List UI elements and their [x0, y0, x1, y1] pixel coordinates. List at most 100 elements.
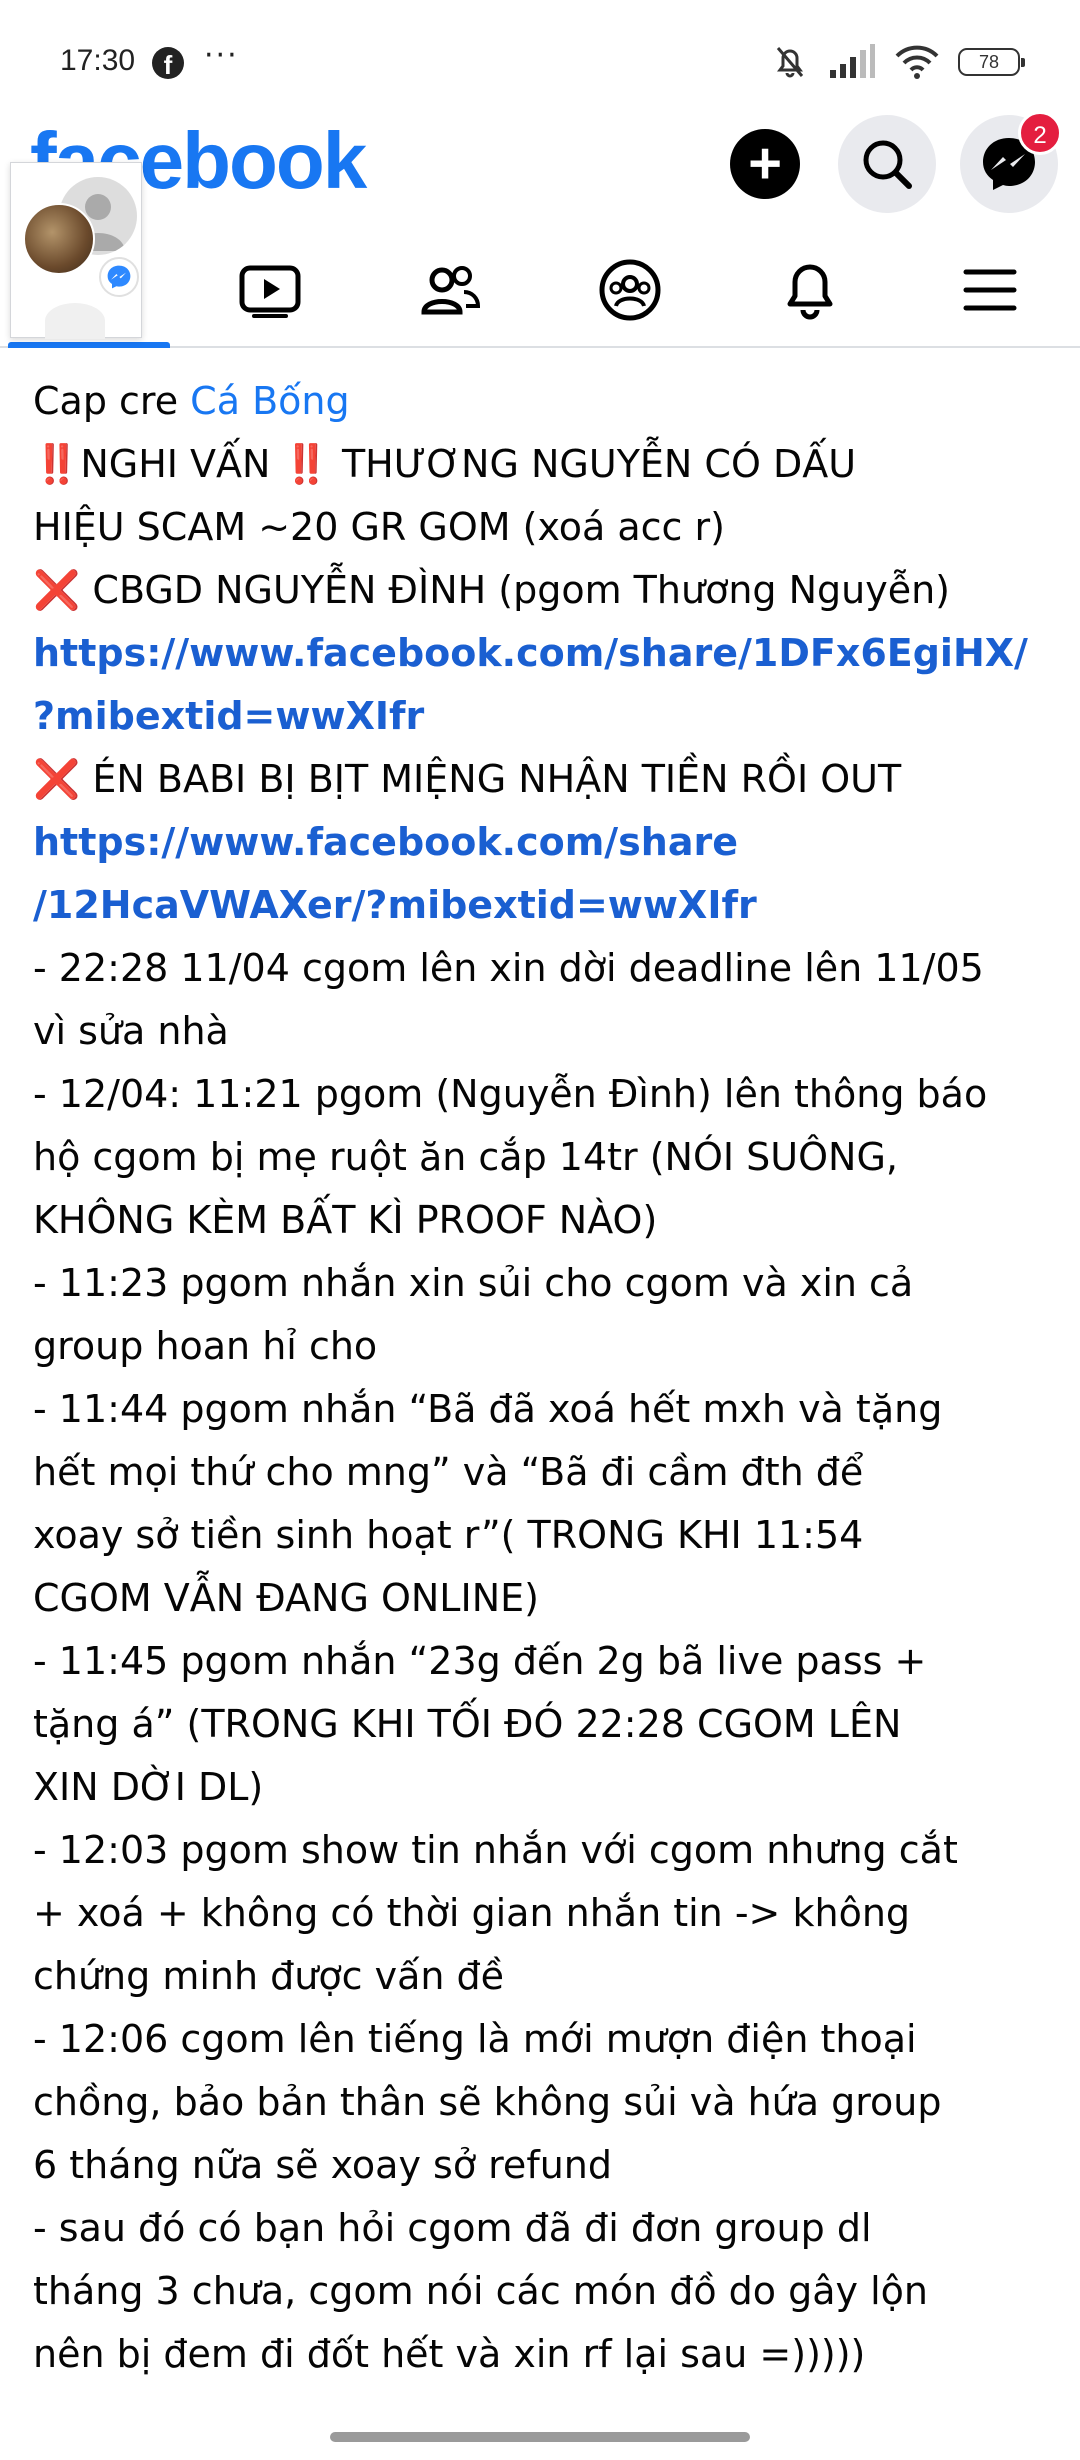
- tab-groups[interactable]: [580, 250, 680, 330]
- post-line: - 12:06 cgom lên tiếng là mới mượn điện …: [33, 2008, 1053, 2071]
- post-text-segment: chồng, bảo bản thân sẽ không sủi và hứa …: [33, 2080, 942, 2124]
- post-line: - 12:03 pgom show tin nhắn với cgom nhưn…: [33, 1819, 1053, 1882]
- warning-emoji: ❌: [33, 568, 81, 612]
- post-line: ❌ ÉN BABI BỊ BỊT MIỆNG NHẬN TIỀN RỒI OUT: [33, 748, 1053, 811]
- bell-icon: [787, 264, 833, 320]
- post-line: https://www.facebook.com/share/1DFx6EgiH…: [33, 622, 1053, 685]
- post-line: + xoá + không có thời gian nhắn tin -> k…: [33, 1882, 1053, 1945]
- post-line: Cap cre Cá Bống: [33, 370, 1053, 433]
- search-button[interactable]: [838, 115, 936, 213]
- post-text-segment: group hoan hỉ cho: [33, 1324, 378, 1368]
- menu-icon: [963, 269, 1017, 311]
- post-line: tháng 3 chưa, cgom nói các món đồ do gây…: [33, 2260, 1053, 2323]
- post-text-segment: THƯƠNG NGUYỄN CÓ DẤU: [329, 442, 857, 486]
- post-text: Cap cre Cá Bống ‼️NGHI VẤN ‼️ THƯƠNG NGUY…: [33, 370, 1053, 2386]
- plus-icon: +: [730, 129, 800, 199]
- post-line: HIỆU SCAM ~20 GR GOM (xoá acc r): [33, 496, 1053, 559]
- post-line: tặng á” (TRONG KHI TỐI ĐÓ 22:28 CGOM LÊN: [33, 1693, 1053, 1756]
- post-text-segment: nên bị đem đi đốt hết và xin rf lại sau …: [33, 2332, 866, 2376]
- post-line: - 11:45 pgom nhắn “23g đến 2g bã live pa…: [33, 1630, 1053, 1693]
- signal-icon: [830, 44, 875, 78]
- post-line: chứng minh được vấn đề: [33, 1945, 1053, 2008]
- tab-notifications[interactable]: [760, 250, 860, 330]
- post-line: hộ cgom bị mẹ ruột ăn cắp 14tr (NÓI SUÔN…: [33, 1126, 1053, 1189]
- post-line: vì sửa nhà: [33, 1000, 1053, 1063]
- post-text-segment: 6 tháng nữa sẽ xoay sở refund: [33, 2143, 612, 2187]
- mute-bell-icon: [776, 47, 804, 78]
- messenger-small-icon: [99, 257, 139, 297]
- post-link[interactable]: https://www.facebook.com/share: [33, 820, 738, 864]
- post-line: KHÔNG KÈM BẤT KÌ PROOF NÀO): [33, 1189, 1053, 1252]
- battery-indicator: 78: [958, 48, 1025, 76]
- post-link[interactable]: /12HcaVWAXer/?mibextid=wwXIfr: [33, 883, 757, 927]
- post-text-segment: XIN DỜI DL): [33, 1765, 264, 1809]
- post-text-segment: - 11:23 pgom nhắn xin sủi cho cgom và xi…: [33, 1261, 914, 1305]
- post-text-segment: ÉN BABI BỊ BỊT MIỆNG NHẬN TIỀN RỒI OUT: [80, 757, 902, 801]
- post-text-segment: xoay sở tiền sinh hoạt r”( TRONG KHI 11:…: [33, 1513, 864, 1557]
- post-link[interactable]: ?mibextid=wwXIfr: [33, 694, 424, 738]
- tab-bar: [0, 230, 1080, 348]
- tab-menu[interactable]: [940, 250, 1040, 330]
- post-text-segment: Cap cre: [33, 379, 191, 423]
- post-line: CGOM VẪN ĐANG ONLINE): [33, 1567, 1053, 1630]
- post-line: https://www.facebook.com/share: [33, 811, 1053, 874]
- post-text-segment: - 11:45 pgom nhắn “23g đến 2g bã live pa…: [33, 1639, 927, 1683]
- warning-emoji: ‼️: [33, 442, 81, 486]
- post-line: - 22:28 11/04 cgom lên xin dời deadline …: [33, 937, 1053, 1000]
- app-header: facebook + 2: [0, 111, 1080, 215]
- post-text-segment: hộ cgom bị mẹ ruột ăn cắp 14tr (NÓI SUÔN…: [33, 1135, 898, 1179]
- post-line: - 11:23 pgom nhắn xin sủi cho cgom và xi…: [33, 1252, 1053, 1315]
- post-line: XIN DỜI DL): [33, 1756, 1053, 1819]
- post-text-segment: - 12:06 cgom lên tiếng là mới mượn điện …: [33, 2017, 917, 2061]
- status-bar: 17:30 f ··· 78: [0, 0, 1080, 120]
- status-icons: 78: [770, 40, 1025, 84]
- messenger-button[interactable]: 2: [960, 111, 1062, 213]
- post-text-segment: - 12:03 pgom show tin nhắn với cgom nhưn…: [33, 1828, 958, 1872]
- post-text-segment: hết mọi thứ cho mng” và “Bã đi cầm đth đ…: [33, 1450, 864, 1494]
- tab-friends[interactable]: [400, 250, 500, 330]
- post-line: ❌ CBGD NGUYỄN ĐÌNH (pgom Thương Nguyễn): [33, 559, 1053, 622]
- tab-video[interactable]: [220, 250, 320, 330]
- post-text-segment: NGHI VẤN: [80, 442, 283, 486]
- post-line: - sau đó có bạn hỏi cgom đã đi đơn group…: [33, 2197, 1053, 2260]
- author-mention-link[interactable]: Cá Bống: [190, 379, 349, 423]
- post-text-segment: - 11:44 pgom nhắn “Bã đã xoá hết mxh và …: [33, 1387, 943, 1431]
- post-line: xoay sở tiền sinh hoạt r”( TRONG KHI 11:…: [33, 1504, 1053, 1567]
- post-line: nên bị đem đi đốt hết và xin rf lại sau …: [33, 2323, 1053, 2386]
- home-indicator[interactable]: [330, 2432, 750, 2442]
- video-icon: [239, 265, 301, 318]
- post-text-segment: CBGD NGUYỄN ĐÌNH (pgom Thương Nguyễn): [80, 568, 951, 612]
- post-line: - 11:44 pgom nhắn “Bã đã xoá hết mxh và …: [33, 1378, 1053, 1441]
- more-notifications-icon: ···: [204, 38, 239, 73]
- friends-icon: [421, 266, 481, 315]
- post-text-segment: - 22:28 11/04 cgom lên xin dời deadline …: [33, 946, 984, 990]
- chat-head-bubble[interactable]: [10, 162, 142, 339]
- post-text-segment: chứng minh được vấn đề: [33, 1954, 505, 1998]
- post-text-segment: - 12/04: 11:21 pgom (Nguyễn Đình) lên th…: [33, 1072, 988, 1116]
- avatar: [23, 203, 95, 275]
- active-tab-indicator: [8, 342, 170, 348]
- warning-emoji: ‼️: [282, 442, 330, 486]
- post-text-segment: HIỆU SCAM ~20 GR GOM (xoá acc r): [33, 505, 725, 549]
- post-line: chồng, bảo bản thân sẽ không sủi và hứa …: [33, 2071, 1053, 2134]
- post-line: ‼️NGHI VẤN ‼️ THƯƠNG NGUYỄN CÓ DẤU: [33, 433, 1053, 496]
- messenger-icon: [107, 265, 131, 289]
- chat-head-dock: [45, 303, 105, 339]
- post-line: group hoan hỉ cho: [33, 1315, 1053, 1378]
- warning-emoji: ❌: [33, 757, 81, 801]
- post-text-segment: tặng á” (TRONG KHI TỐI ĐÓ 22:28 CGOM LÊN: [33, 1702, 902, 1746]
- post-link[interactable]: https://www.facebook.com/share/1DFx6EgiH…: [33, 631, 1028, 675]
- wifi-icon: [895, 45, 939, 79]
- post-line: /12HcaVWAXer/?mibextid=wwXIfr: [33, 874, 1053, 937]
- status-time: 17:30: [60, 44, 136, 77]
- post-line: ?mibextid=wwXIfr: [33, 685, 1053, 748]
- post-text-segment: + xoá + không có thời gian nhắn tin -> k…: [33, 1891, 911, 1935]
- post-text-segment: vì sửa nhà: [33, 1009, 229, 1053]
- create-button[interactable]: +: [719, 118, 811, 210]
- post-line: - 12/04: 11:21 pgom (Nguyễn Đình) lên th…: [33, 1063, 1053, 1126]
- post-line: hết mọi thứ cho mng” và “Bã đi cầm đth đ…: [33, 1441, 1053, 1504]
- messenger-badge: 2: [1018, 111, 1062, 155]
- search-icon: [863, 140, 912, 189]
- post-text-segment: - sau đó có bạn hỏi cgom đã đi đơn group…: [33, 2206, 872, 2250]
- post-line: 6 tháng nữa sẽ xoay sở refund: [33, 2134, 1053, 2197]
